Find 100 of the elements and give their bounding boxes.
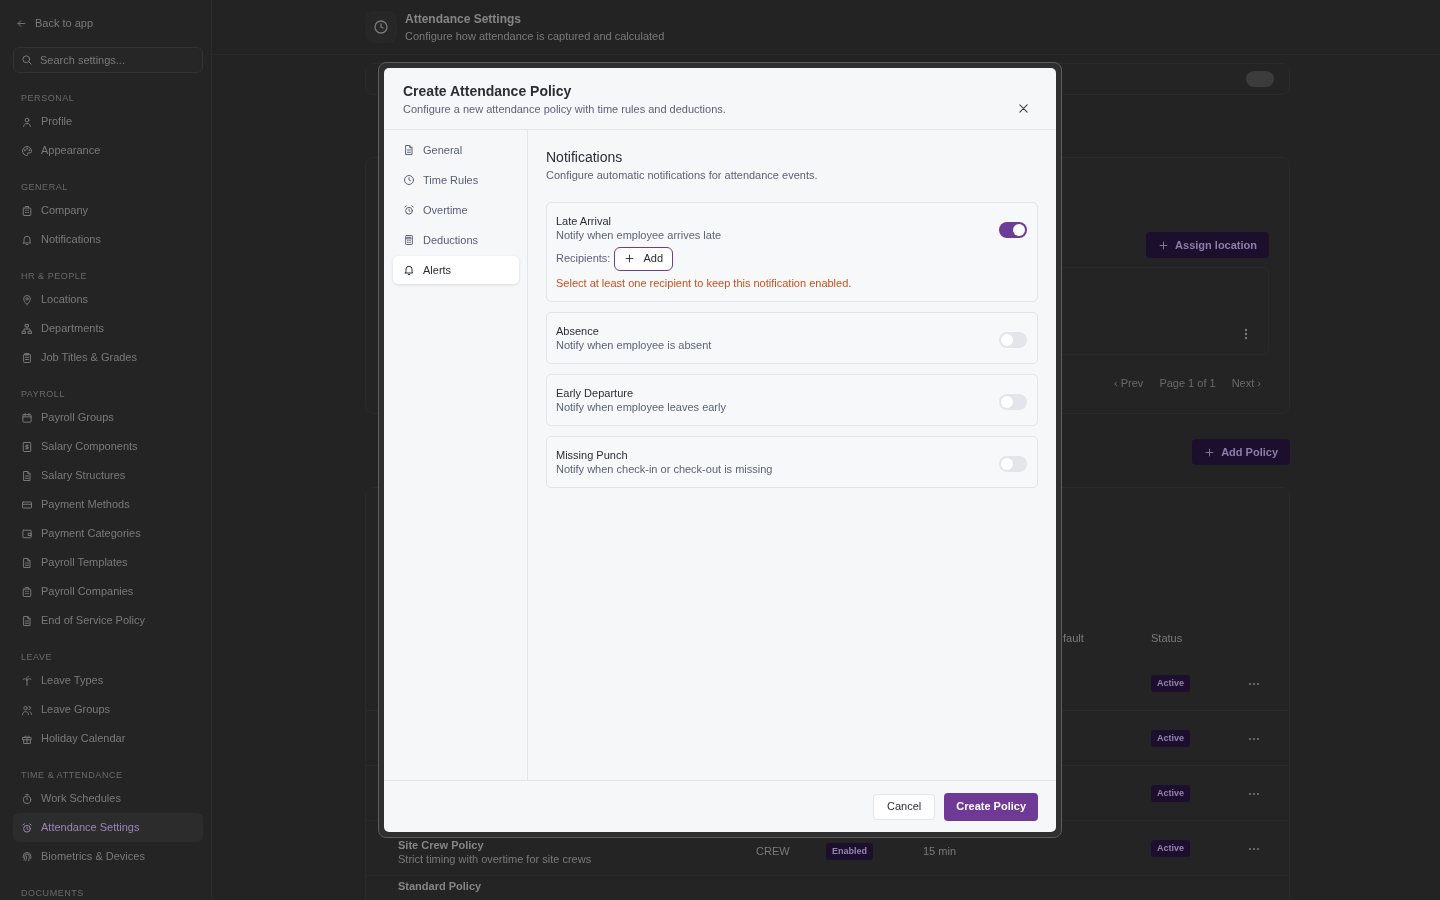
more-icon[interactable] — [1248, 681, 1260, 686]
policy-name: Site Crew Policy — [398, 838, 485, 852]
kebab-menu-icon[interactable] — [1244, 328, 1248, 340]
notification-description: Notify when check-in or check-out is missing — [556, 462, 773, 477]
notification-title: Missing Punch — [556, 448, 629, 462]
recipients-label: Recipients: — [556, 251, 611, 267]
nav-tab[interactable]: General — [393, 136, 519, 164]
page-title: Attendance Settings — [405, 10, 522, 28]
more-icon[interactable] — [1248, 791, 1260, 796]
notification-description: Notify when employee is absent — [556, 338, 712, 353]
section-heading: PERSONAL — [20, 92, 75, 106]
policy-description: Strict timing with overtime for site crews — [398, 851, 593, 866]
sidebar-item[interactable]: Leave Types — [13, 666, 203, 695]
sidebar-item[interactable]: Attendance Settings — [13, 813, 203, 842]
toggle-switch[interactable] — [999, 332, 1027, 348]
hierarchy-icon — [21, 322, 33, 335]
fingerprint-icon — [21, 850, 33, 863]
bell-icon — [21, 233, 33, 246]
status-badge: Active — [1151, 839, 1190, 858]
document-icon — [21, 469, 33, 482]
section-heading: PAYROLL — [20, 388, 65, 402]
search-field[interactable]: Search settings... — [13, 47, 203, 73]
notification-title: Early Departure — [556, 386, 635, 400]
sidebar-item[interactable]: Company — [13, 196, 203, 225]
sidebar-item[interactable]: Payroll Companies — [13, 577, 203, 606]
wallet-icon — [21, 527, 33, 540]
section-title: Notifications — [546, 149, 624, 166]
document-icon — [21, 614, 33, 627]
calculator-icon — [403, 234, 415, 246]
sidebar-item[interactable]: Salary Components — [13, 432, 203, 461]
bell-icon — [403, 264, 415, 276]
clock-icon — [373, 19, 389, 35]
credit-card-icon — [21, 498, 33, 511]
status-badge: Active — [1151, 729, 1190, 748]
nav-tab[interactable]: Overtime — [393, 196, 519, 224]
sidebar-item[interactable]: Holiday Calendar — [13, 724, 203, 753]
add-recipient-button[interactable]: Add — [614, 246, 673, 271]
sidebar-item[interactable]: Payment Categories — [13, 519, 203, 548]
back-link[interactable]: Back to app — [13, 14, 94, 32]
sidebar-item[interactable]: Locations — [13, 285, 203, 314]
people-icon — [21, 703, 33, 716]
table-cell: CREW — [756, 844, 790, 857]
next-link[interactable]: Next › — [1231, 375, 1261, 392]
nav-tab[interactable]: Deductions — [393, 226, 519, 254]
close-icon — [1016, 101, 1030, 115]
notification-description: Notify when employee arrives late — [556, 227, 722, 243]
sidebar-item[interactable]: End of Service Policy — [13, 606, 203, 635]
toggle-switch[interactable] — [999, 456, 1027, 472]
toggle-switch[interactable] — [1246, 71, 1274, 87]
section-heading: LEAVE — [20, 651, 53, 665]
error-message: Select at least one recipient to keep this notification enabled. — [556, 275, 853, 291]
sidebar-item[interactable]: Appearance — [13, 136, 203, 165]
clipboard-icon — [21, 351, 33, 364]
notification-description: Notify when employee leaves early — [556, 400, 726, 415]
nav-tab[interactable]: Time Rules — [393, 166, 519, 194]
dialog-subtitle: Configure a new attendance policy with time rules and deductions. — [403, 102, 726, 117]
toggle-switch[interactable] — [999, 394, 1027, 410]
status-badge: Active — [1151, 674, 1190, 693]
create-policy-button[interactable]: Create Policy — [944, 792, 1038, 821]
calendar-icon — [21, 411, 33, 424]
cancel-button[interactable]: Cancel — [873, 793, 936, 820]
policy-name: Standard Policy — [398, 880, 483, 893]
nav-tab[interactable]: Alerts — [393, 256, 519, 284]
clock-icon — [403, 174, 415, 186]
notification-title: Late Arrival — [556, 213, 613, 228]
building-icon — [21, 204, 33, 217]
sidebar-item[interactable]: Profile — [13, 107, 203, 136]
section-heading: HR & PEOPLE — [20, 270, 87, 284]
add-policy-button[interactable]: Add Policy — [1192, 439, 1290, 465]
document-icon — [403, 144, 415, 156]
column-header: fault — [1063, 631, 1085, 646]
plus-icon — [1204, 446, 1216, 458]
sidebar-item[interactable]: Payroll Templates — [13, 548, 203, 577]
sidebar-item[interactable]: Work Schedules — [13, 784, 203, 813]
palette-icon — [21, 144, 33, 157]
status-badge: Active — [1151, 784, 1190, 803]
assign-location-button[interactable]: Assign location — [1146, 232, 1269, 258]
page-indicator: Page 1 of 1 — [1159, 376, 1216, 391]
alarm-clock-icon — [403, 204, 415, 216]
sidebar-item[interactable]: Payment Methods — [13, 490, 203, 519]
sidebar-item[interactable]: Payroll Groups — [13, 403, 203, 432]
toggle-switch[interactable] — [999, 221, 1027, 238]
sidebar-item[interactable]: Biometrics & Devices — [13, 842, 203, 871]
section-subtitle: Configure automatic notifications for attendance events. — [546, 168, 819, 183]
section-heading: DOCUMENTS — [20, 887, 84, 900]
stopwatch-icon — [21, 792, 33, 805]
sidebar-item[interactable]: Departments — [13, 314, 203, 343]
sidebar-item[interactable]: Job Titles & Grades — [13, 343, 203, 372]
sidebar-item[interactable]: Salary Structures — [13, 461, 203, 490]
plus-icon — [1158, 239, 1170, 251]
alarm-clock-icon — [21, 821, 33, 834]
map-pin-icon — [21, 293, 33, 306]
sidebar-item[interactable]: Notifications — [13, 225, 203, 254]
palm-tree-icon — [21, 674, 33, 687]
more-icon[interactable] — [1248, 846, 1260, 851]
page-subtitle: Configure how attendance is captured and calculated — [405, 28, 665, 44]
sidebar-item[interactable]: Leave Groups — [13, 695, 203, 724]
more-icon[interactable] — [1248, 736, 1260, 741]
prev-link[interactable]: ‹ Prev — [1114, 375, 1144, 392]
section-heading: TIME & ATTENDANCE — [20, 769, 123, 783]
